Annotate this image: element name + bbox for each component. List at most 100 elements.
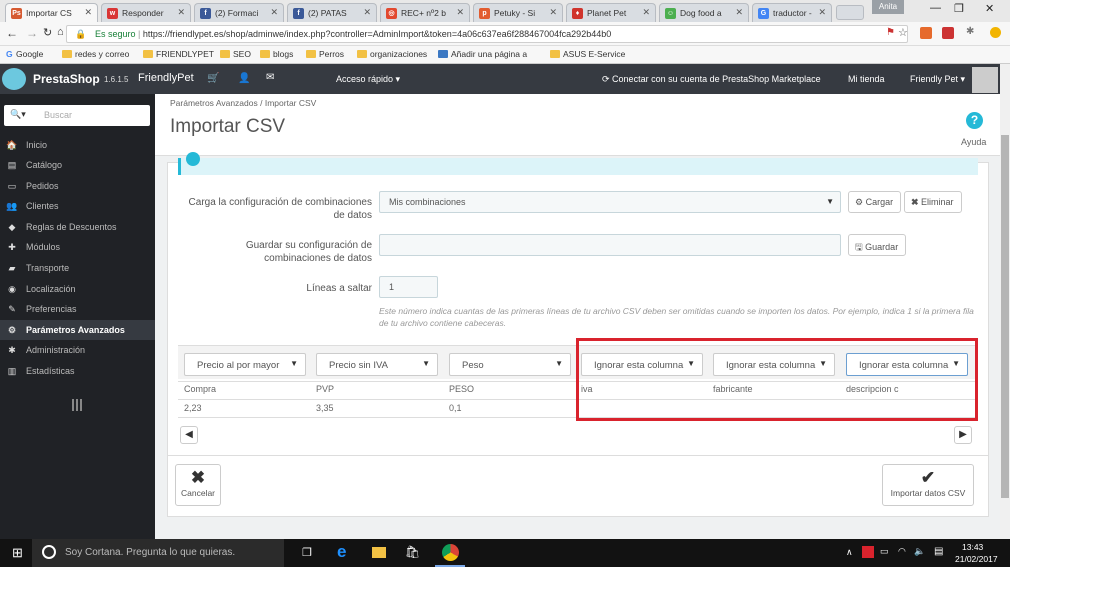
close-icon[interactable]: ✕ — [363, 7, 371, 18]
help-link[interactable]: Ayuda — [961, 137, 986, 147]
back-icon[interactable]: ← — [6, 26, 18, 40]
windows-start-icon[interactable]: ⊞ — [12, 545, 23, 561]
wifi-icon[interactable]: ◠ — [898, 546, 906, 557]
sidebar-item-pedidos[interactable]: ▭ Pedidos — [0, 176, 155, 196]
scroll-left-button[interactable]: ◀ — [180, 426, 198, 444]
sidebar-item-preferencias[interactable]: ✎ Preferencias — [0, 299, 155, 319]
sidebar-item-transporte[interactable]: ▰ Transporte — [0, 258, 155, 278]
bookmark-seo[interactable]: SEO — [220, 49, 251, 59]
clock-date[interactable]: 21/02/2017 — [955, 554, 998, 564]
volume-icon[interactable]: 🔈 — [914, 546, 925, 557]
tab-petuky[interactable]: p Petuky - Si ✕ — [473, 3, 563, 22]
close-icon[interactable]: ✕ — [177, 7, 185, 18]
task-view-icon[interactable]: ❐ — [302, 546, 312, 559]
edge-icon[interactable]: e — [337, 542, 346, 562]
puzzle-icon[interactable]: ✱ — [966, 26, 974, 37]
save-config-input[interactable] — [379, 234, 841, 256]
sidebar-item-modulos[interactable]: ✚ Módulos — [0, 237, 155, 257]
quick-access-menu[interactable]: Acceso rápido ▾ — [336, 74, 400, 85]
store-icon[interactable]: 🛍 — [405, 545, 420, 559]
sidebar-item-localizacion[interactable]: ◉ Localización — [0, 279, 155, 299]
sidebar-item-parametros-avanzados[interactable]: ⚙ Parámetros Avanzados — [0, 320, 155, 340]
battery-icon[interactable]: ▭ — [880, 546, 889, 557]
collapse-sidebar-icon[interactable] — [72, 399, 82, 411]
clock-time[interactable]: 13:43 — [962, 542, 983, 552]
restore-icon[interactable]: ❐ — [954, 2, 964, 15]
bookmark-perros[interactable]: Perros — [306, 49, 344, 59]
search-input[interactable]: 🔍▾ Buscar — [4, 105, 150, 126]
tab-rec[interactable]: ◎ REC+ nº2 b ✕ — [380, 3, 470, 22]
delete-button[interactable]: ✖ Eliminar — [904, 191, 962, 213]
close-window-icon[interactable]: ✕ — [985, 2, 994, 15]
notifications-icon[interactable]: ▤ — [934, 546, 943, 557]
tab-formacion[interactable]: f (2) Formaci ✕ — [194, 3, 284, 22]
breadcrumb-parent[interactable]: Parámetros Avanzados — [170, 98, 258, 108]
close-icon[interactable]: ✕ — [818, 7, 826, 18]
search-icon[interactable]: 🔍▾ — [10, 109, 26, 120]
sidebar-item-estadisticas[interactable]: ▥ Estadísticas — [0, 361, 155, 381]
tab-dog-food[interactable]: ☺ Dog food a ✕ — [659, 3, 749, 22]
tray-app-icon[interactable] — [862, 546, 874, 558]
my-shop-link[interactable]: Mi tienda — [848, 74, 885, 84]
close-icon[interactable]: ✕ — [549, 7, 557, 18]
home-icon[interactable]: ⌂ — [57, 26, 64, 38]
tab-traductor[interactable]: G traductor - ✕ — [752, 3, 832, 22]
scrollbar-thumb[interactable] — [1001, 135, 1009, 498]
mail-icon[interactable]: ✉ — [266, 72, 274, 83]
close-icon[interactable]: ✕ — [456, 7, 464, 18]
import-button[interactable]: ✔ Importar datos CSV — [882, 464, 974, 506]
file-explorer-icon[interactable] — [372, 547, 386, 558]
sidebar-item-catalogo[interactable]: ▤ Catálogo — [0, 155, 155, 175]
user-icon[interactable]: 👤 — [238, 73, 250, 84]
close-icon[interactable]: ✕ — [84, 7, 92, 18]
bookmark-google[interactable]: G Google — [6, 49, 43, 59]
user-menu[interactable]: Friendly Pet ▾ — [910, 74, 965, 85]
load-button[interactable]: ⚙ Cargar — [848, 191, 901, 213]
column-type-select-1[interactable]: Precio al por mayor ▼ — [184, 353, 306, 376]
cortana-search[interactable]: Soy Cortana. Pregunta lo que quieras. — [32, 539, 284, 567]
menu-alert-icon[interactable] — [990, 27, 1001, 38]
shop-name[interactable]: FriendlyPet — [138, 72, 194, 84]
bookmark-organizaciones[interactable]: organizaciones — [357, 49, 427, 59]
sidebar-item-clientes[interactable]: 👥 Clientes — [0, 196, 155, 216]
scroll-right-button[interactable]: ▶ — [954, 426, 972, 444]
reload-icon[interactable]: ↻ — [43, 26, 52, 39]
extension-icon[interactable] — [920, 27, 932, 39]
close-icon[interactable]: ✕ — [735, 7, 743, 18]
column-type-select-3[interactable]: Peso ▼ — [449, 353, 571, 376]
profile-badge[interactable]: Anita — [872, 0, 904, 14]
save-button[interactable]: 🖫 Guardar — [848, 234, 906, 256]
close-icon[interactable]: ✕ — [270, 7, 278, 18]
load-config-select[interactable]: Mis combinaciones ▼ — [379, 191, 841, 213]
cancel-button[interactable]: ✖ Cancelar — [175, 464, 221, 506]
close-icon[interactable]: ✕ — [642, 7, 650, 18]
bookmark-redes[interactable]: redes y correo — [62, 49, 129, 59]
avatar[interactable] — [972, 67, 998, 93]
tab-planet-pet[interactable]: ♦ Planet Pet ✕ — [566, 3, 656, 22]
tab-patas[interactable]: f (2) PATAS ✕ — [287, 3, 377, 22]
sidebar-item-descuentos[interactable]: ◆ Reglas de Descuentos — [0, 217, 155, 237]
extension-icon[interactable] — [942, 27, 954, 39]
marketplace-link[interactable]: ⟳ Conectar con su cuenta de PrestaShop M… — [602, 74, 821, 85]
tray-chevron-icon[interactable]: ∧ — [846, 547, 853, 558]
bookmark-friendlypet[interactable]: FRIENDLYPET — [143, 49, 214, 59]
bookmark-blogs[interactable]: blogs — [260, 49, 293, 59]
bookmark-asus[interactable]: ASUS E-Service — [550, 49, 625, 59]
new-tab-button[interactable] — [836, 5, 864, 20]
tab-importar-csv[interactable]: Ps Importar CS ✕ — [5, 3, 98, 22]
brand-name[interactable]: PrestaShop — [33, 72, 100, 86]
url-field[interactable]: 🔒 Es seguro | https://friendlypet.es/sho… — [66, 25, 908, 43]
chrome-icon[interactable] — [442, 544, 459, 561]
bookmark-anadir[interactable]: Añadir una página a — [438, 49, 527, 59]
sidebar-item-inicio[interactable]: 🏠 Inicio — [0, 135, 155, 155]
translate-icon[interactable]: ⚑ — [886, 27, 895, 38]
skip-lines-input[interactable]: 1 — [379, 276, 438, 298]
minimize-icon[interactable]: — — [930, 2, 941, 14]
star-icon[interactable]: ☆ — [898, 26, 908, 39]
help-icon[interactable]: ? — [966, 112, 983, 129]
column-type-select-2[interactable]: Precio sin IVA ▼ — [316, 353, 438, 376]
tab-responder[interactable]: w Responder ✕ — [101, 3, 191, 22]
forward-icon[interactable]: → — [26, 26, 38, 40]
sidebar-item-administracion[interactable]: ✱ Administración — [0, 340, 155, 360]
cart-icon[interactable]: 🛒 — [207, 73, 219, 84]
